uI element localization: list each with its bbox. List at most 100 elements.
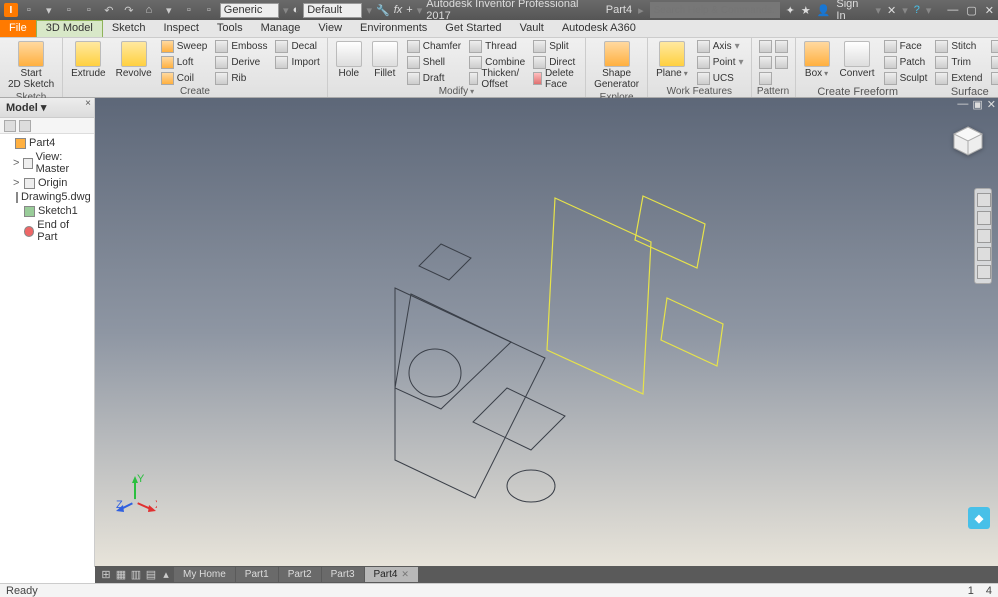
doc-tab[interactable]: My Home [174, 567, 235, 582]
tree-node[interactable]: Part4 [2, 136, 92, 150]
thread-button[interactable]: Thread [466, 39, 528, 54]
surf-misc2-button[interactable] [988, 55, 998, 70]
help-search-input[interactable] [650, 2, 780, 18]
extend-button[interactable]: Extend [932, 71, 985, 86]
tabs-layout3-button[interactable]: ▥ [129, 568, 143, 582]
browser-close-button[interactable]: × [82, 98, 94, 110]
rib-button[interactable]: Rib [212, 71, 270, 86]
tab-a360[interactable]: Autodesk A360 [553, 20, 645, 37]
tabs-layout4-button[interactable]: ▤ [144, 568, 158, 582]
point-button[interactable]: Point▾ [694, 55, 747, 70]
shell-button[interactable]: Shell [404, 55, 464, 70]
start-2d-sketch-button[interactable]: Start 2D Sketch [4, 39, 58, 92]
tab-inspect[interactable]: Inspect [154, 20, 207, 37]
pattern-rect-button[interactable] [756, 39, 791, 54]
tree-node[interactable]: >View: Master [2, 150, 92, 176]
maximize-button[interactable]: ▢ [966, 4, 976, 17]
tab-view[interactable]: View [309, 20, 351, 37]
delete-face-button[interactable]: Delete Face [530, 71, 581, 86]
convert-ff-button[interactable]: Convert [836, 39, 879, 81]
doc-tab[interactable]: Part3 [322, 567, 364, 582]
appearance-combo[interactable]: Default [303, 3, 362, 18]
box-button[interactable]: Box [800, 39, 834, 81]
split-button[interactable]: Split [530, 39, 581, 54]
stitch-button[interactable]: Stitch [932, 39, 985, 54]
surf-misc1-button[interactable] [988, 39, 998, 54]
sweep-button[interactable]: Sweep [158, 39, 211, 54]
derive-button[interactable]: Derive [212, 55, 270, 70]
tree-node[interactable]: >Origin [2, 176, 92, 190]
plus-icon[interactable]: + [406, 4, 412, 16]
tabs-layout2-button[interactable]: ▦ [114, 568, 128, 582]
import-button[interactable]: Import [272, 55, 322, 70]
pattern-mirror-button[interactable] [756, 71, 791, 86]
doc-tab[interactable]: Part1 [236, 567, 278, 582]
tab-sketch[interactable]: Sketch [103, 20, 155, 37]
browser-toolbar [0, 118, 94, 134]
face-button[interactable]: Face [881, 39, 931, 54]
viewport-canvas[interactable]: — ▣ ✕ [95, 98, 998, 567]
fx-icon[interactable]: fx [394, 4, 403, 16]
close-button[interactable]: ✕ [985, 4, 994, 17]
qat-undo-icon[interactable]: ↶ [102, 3, 116, 17]
tabs-collapse-button[interactable]: ▴ [159, 568, 173, 582]
thicken-offset-button[interactable]: Thicken/ Offset [466, 71, 528, 86]
satellite-icon[interactable]: ✦ [786, 4, 795, 17]
loft-button[interactable]: Loft [158, 55, 211, 70]
sculpt-button[interactable]: Sculpt [881, 71, 931, 86]
qat-open-icon[interactable]: ▫ [62, 3, 76, 17]
tab-vault[interactable]: Vault [511, 20, 553, 37]
emboss-button[interactable]: Emboss [212, 39, 270, 54]
sign-in-icon[interactable]: 👤 [817, 4, 831, 17]
draft-button[interactable]: Draft [404, 71, 464, 86]
qat-redo-icon[interactable]: ↷ [122, 3, 136, 17]
browser-search-icon[interactable] [19, 120, 31, 132]
tree-node[interactable]: Sketch1 [2, 204, 92, 218]
hole-button[interactable]: Hole [332, 39, 366, 81]
plane-button[interactable]: Plane [652, 39, 692, 81]
tab-3d-model[interactable]: 3D Model [36, 20, 103, 37]
sign-in-link[interactable]: Sign In [836, 0, 869, 22]
doc-tab[interactable]: Part4✕ [365, 567, 418, 582]
adjust-icon[interactable]: 🔧 [376, 4, 390, 17]
exchange-icon[interactable]: ✕ [887, 4, 896, 17]
tree-node[interactable]: End of Part [2, 218, 92, 244]
patch-button[interactable]: Patch [881, 55, 931, 70]
help-badge-icon[interactable]: ◆ [968, 507, 990, 529]
browser-header[interactable]: Model ▾ [0, 98, 94, 118]
tab-environments[interactable]: Environments [351, 20, 436, 37]
browser-filter-icon[interactable] [4, 120, 16, 132]
trim-button[interactable]: Trim [932, 55, 985, 70]
pattern-circ-button[interactable] [756, 55, 791, 70]
extrude-button[interactable]: Extrude [67, 39, 109, 81]
qat-save-icon[interactable]: ▫ [82, 3, 96, 17]
tree-node[interactable]: Drawing5.dwg [2, 190, 92, 204]
surf-misc3-button[interactable] [988, 71, 998, 86]
chamfer-button[interactable]: Chamfer [404, 39, 464, 54]
tab-file[interactable]: File [0, 20, 36, 37]
ucs-button[interactable]: UCS [694, 71, 747, 86]
qat-new-icon[interactable]: ▫ [22, 3, 36, 17]
tab-get-started[interactable]: Get Started [436, 20, 510, 37]
axis-button[interactable]: Axis▾ [694, 39, 747, 54]
coil-button[interactable]: Coil [158, 71, 211, 86]
star-icon[interactable]: ★ [801, 4, 811, 17]
swatch-icon[interactable]: ◐ [293, 4, 300, 16]
minimize-button[interactable]: — [947, 4, 958, 17]
fillet-button[interactable]: Fillet [368, 39, 402, 81]
status-bar: Ready 1 4 [0, 583, 998, 597]
help-icon[interactable]: ? [914, 4, 920, 16]
shape-generator-button[interactable]: Shape Generator [590, 39, 643, 92]
app-logo-icon[interactable]: I [4, 3, 18, 17]
tab-manage[interactable]: Manage [252, 20, 310, 37]
material-combo[interactable]: Generic [220, 3, 279, 18]
qat-home-icon[interactable]: ⌂ [142, 3, 156, 17]
decal-button[interactable]: Decal [272, 39, 322, 54]
tab-tools[interactable]: Tools [208, 20, 252, 37]
doc-tab[interactable]: Part2 [279, 567, 321, 582]
tabs-layout1-button[interactable]: ⊞ [99, 568, 113, 582]
qat-props-icon[interactable]: ▫ [182, 3, 196, 17]
revolve-button[interactable]: Revolve [112, 39, 156, 81]
group-modify-label[interactable]: Modify [439, 86, 474, 98]
qat-slot-icon[interactable]: ▫ [202, 3, 216, 17]
